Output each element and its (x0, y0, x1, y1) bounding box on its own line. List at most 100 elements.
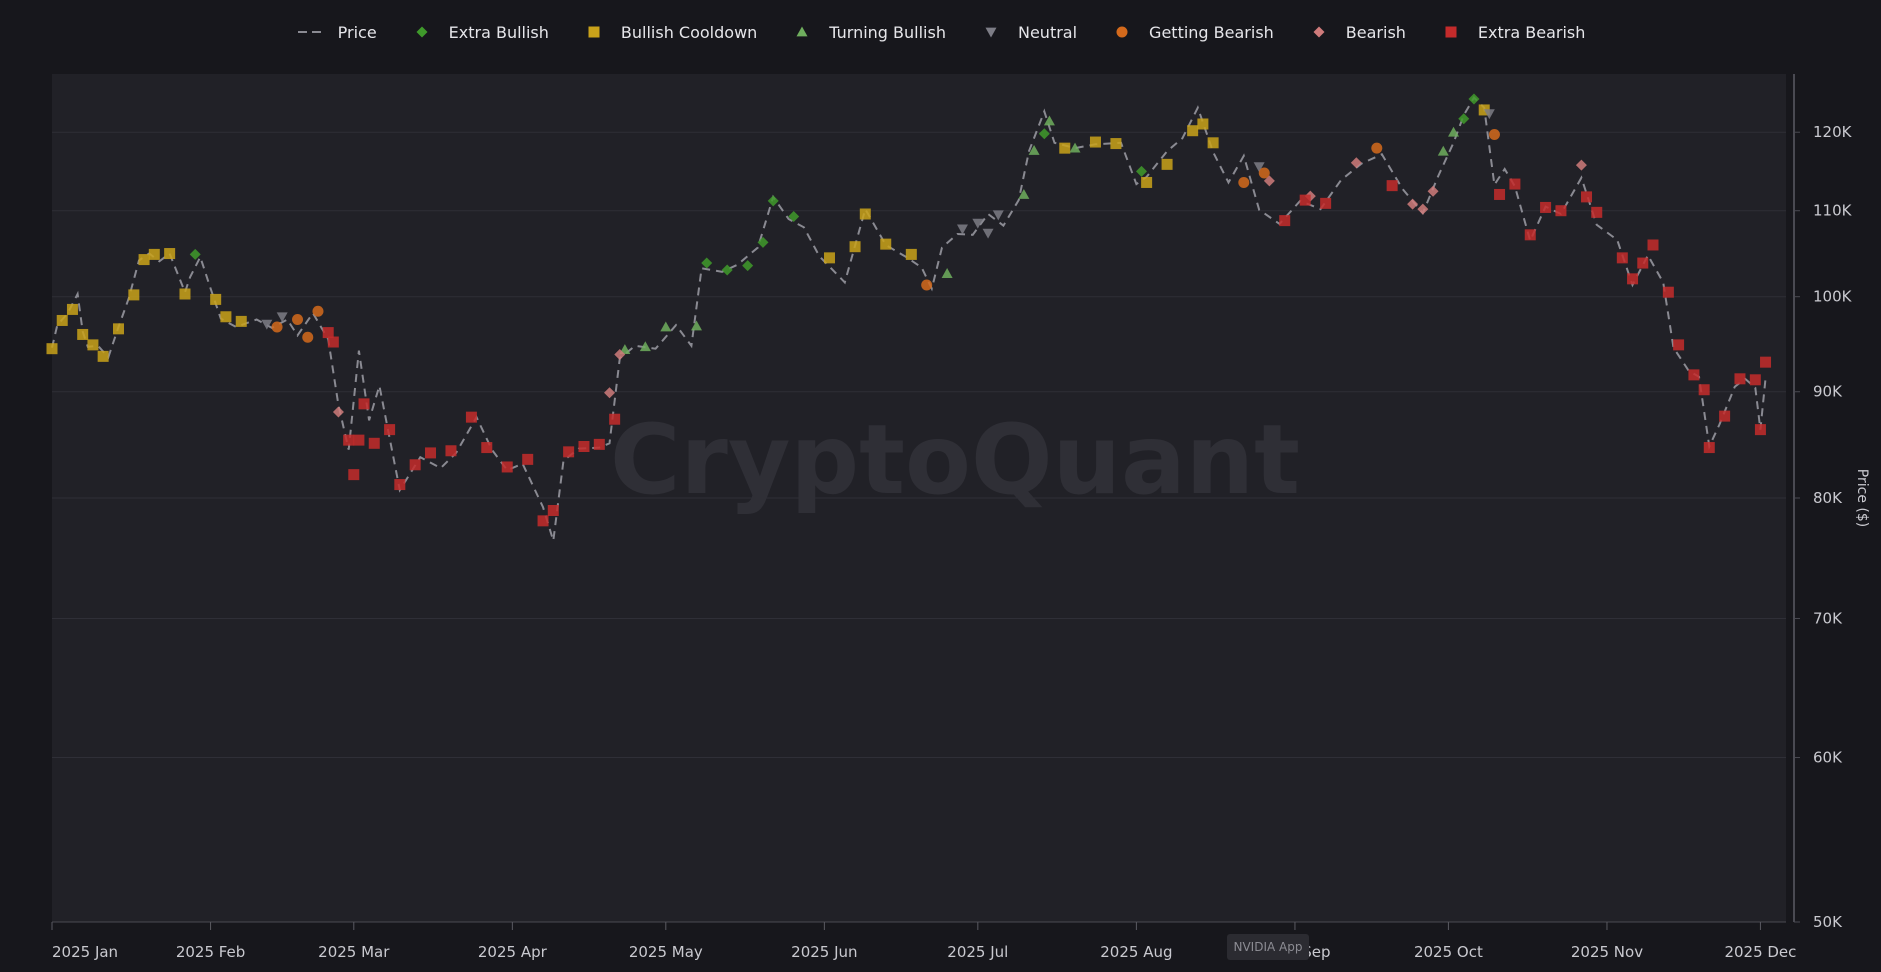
point-extra-bearish[interactable] (609, 413, 621, 425)
point-extra-bearish[interactable] (384, 424, 396, 436)
point-extra-bearish[interactable] (343, 434, 355, 446)
x-tick-label: 2025 May (629, 943, 703, 961)
x-tick-label: 2025 Apr (478, 943, 548, 961)
x-tick-label: 2025 Jan (52, 943, 118, 961)
point-extra-bearish[interactable] (409, 459, 421, 471)
point-extra-bearish[interactable] (1749, 374, 1761, 386)
y-tick-label: 50K (1813, 913, 1843, 931)
point-bullish-cooldown[interactable] (1197, 118, 1209, 130)
point-bullish-cooldown[interactable] (849, 241, 861, 253)
point-bullish-cooldown[interactable] (87, 339, 99, 351)
point-extra-bearish[interactable] (522, 453, 534, 465)
point-extra-bearish[interactable] (1581, 191, 1593, 203)
point-extra-bearish[interactable] (1591, 206, 1603, 218)
point-extra-bearish[interactable] (563, 446, 575, 458)
point-extra-bearish[interactable] (1703, 442, 1715, 454)
point-getting-bearish[interactable] (271, 321, 283, 333)
point-extra-bearish[interactable] (481, 442, 493, 454)
x-axis: 2025 Jan 2025 Feb 2025 Mar 2025 Apr 2025 May… (51, 922, 1796, 961)
point-extra-bearish[interactable] (1555, 205, 1567, 217)
point-extra-bearish[interactable] (1698, 384, 1710, 396)
point-bullish-cooldown[interactable] (97, 350, 109, 362)
point-getting-bearish[interactable] (292, 314, 304, 326)
x-tick-label: 2025 Nov (1571, 943, 1643, 961)
point-bullish-cooldown[interactable] (823, 252, 835, 264)
point-bullish-cooldown[interactable] (1161, 158, 1173, 170)
point-extra-bearish[interactable] (1662, 286, 1674, 298)
point-extra-bearish[interactable] (1540, 201, 1552, 213)
point-getting-bearish[interactable] (312, 305, 324, 317)
point-extra-bearish[interactable] (578, 440, 590, 452)
point-extra-bearish[interactable] (353, 434, 365, 446)
point-bullish-cooldown[interactable] (235, 315, 247, 327)
point-getting-bearish[interactable] (921, 279, 933, 291)
point-bullish-cooldown[interactable] (46, 343, 58, 355)
x-tick-label: 2025 Jun (791, 943, 857, 961)
point-bullish-cooldown[interactable] (56, 314, 68, 326)
point-extra-bearish[interactable] (501, 461, 513, 473)
point-getting-bearish[interactable] (1371, 142, 1383, 154)
point-bullish-cooldown[interactable] (220, 311, 232, 323)
point-bullish-cooldown[interactable] (1187, 125, 1199, 137)
point-bullish-cooldown[interactable] (905, 248, 917, 260)
point-bullish-cooldown[interactable] (1110, 138, 1122, 150)
point-extra-bearish[interactable] (1524, 229, 1536, 241)
point-bullish-cooldown[interactable] (880, 238, 892, 250)
point-extra-bearish[interactable] (394, 479, 406, 491)
y-tick-label: 80K (1813, 489, 1843, 507)
point-extra-bearish[interactable] (348, 469, 360, 481)
point-extra-bearish[interactable] (1647, 239, 1659, 251)
point-extra-bearish[interactable] (368, 437, 380, 449)
point-bullish-cooldown[interactable] (1207, 137, 1219, 149)
y-axis: 50K 60K 70K 80K 90K 100K 110K 120K (1794, 123, 1853, 931)
point-bullish-cooldown[interactable] (1089, 136, 1101, 148)
point-extra-bearish[interactable] (1673, 339, 1685, 351)
point-bullish-cooldown[interactable] (164, 248, 176, 260)
point-getting-bearish[interactable] (1238, 176, 1250, 188)
point-extra-bearish[interactable] (547, 504, 559, 516)
point-extra-bearish[interactable] (1616, 252, 1628, 264)
point-extra-bearish[interactable] (1509, 178, 1521, 190)
x-tick-label: 2025 Jul (947, 943, 1008, 961)
point-bullish-cooldown[interactable] (128, 289, 140, 301)
point-extra-bearish[interactable] (1719, 410, 1731, 422)
point-bullish-cooldown[interactable] (112, 323, 124, 335)
point-extra-bearish[interactable] (1734, 373, 1746, 385)
point-extra-bearish[interactable] (358, 398, 370, 410)
point-extra-bearish[interactable] (1494, 188, 1506, 200)
y-tick-label: 60K (1813, 749, 1843, 767)
watermark: CryptoQuant (610, 404, 1300, 516)
point-extra-bearish[interactable] (593, 438, 605, 450)
nvidia-app-overlay: NVIDIA App (1227, 934, 1309, 960)
point-extra-bearish[interactable] (537, 515, 549, 527)
point-extra-bearish[interactable] (327, 336, 339, 348)
point-getting-bearish[interactable] (302, 331, 314, 343)
point-extra-bearish[interactable] (1320, 197, 1332, 209)
point-extra-bearish[interactable] (425, 447, 437, 459)
point-bullish-cooldown[interactable] (77, 328, 89, 340)
x-tick-label: 2025 Feb (176, 943, 246, 961)
point-bullish-cooldown[interactable] (138, 254, 150, 266)
x-tick-label: 2025 Mar (318, 943, 390, 961)
point-bullish-cooldown[interactable] (66, 303, 78, 315)
point-extra-bearish[interactable] (445, 445, 457, 457)
point-extra-bearish[interactable] (1279, 215, 1291, 227)
y-tick-label: 90K (1813, 383, 1843, 401)
point-bullish-cooldown[interactable] (859, 208, 871, 220)
point-extra-bearish[interactable] (1627, 273, 1639, 285)
point-extra-bearish[interactable] (1299, 194, 1311, 206)
point-extra-bearish[interactable] (465, 411, 477, 423)
point-bullish-cooldown[interactable] (210, 293, 222, 305)
point-extra-bearish[interactable] (1754, 424, 1766, 436)
x-tick-label: 2025 Oct (1414, 943, 1483, 961)
point-extra-bearish[interactable] (1386, 180, 1398, 192)
point-bullish-cooldown[interactable] (148, 248, 160, 260)
point-extra-bearish[interactable] (1637, 257, 1649, 269)
point-extra-bearish[interactable] (322, 327, 334, 339)
point-bullish-cooldown[interactable] (179, 288, 191, 300)
point-getting-bearish[interactable] (1488, 128, 1500, 140)
point-extra-bearish[interactable] (1688, 369, 1700, 381)
point-bullish-cooldown[interactable] (1141, 176, 1153, 188)
point-bullish-cooldown[interactable] (1059, 142, 1071, 154)
point-extra-bearish[interactable] (1760, 356, 1772, 368)
